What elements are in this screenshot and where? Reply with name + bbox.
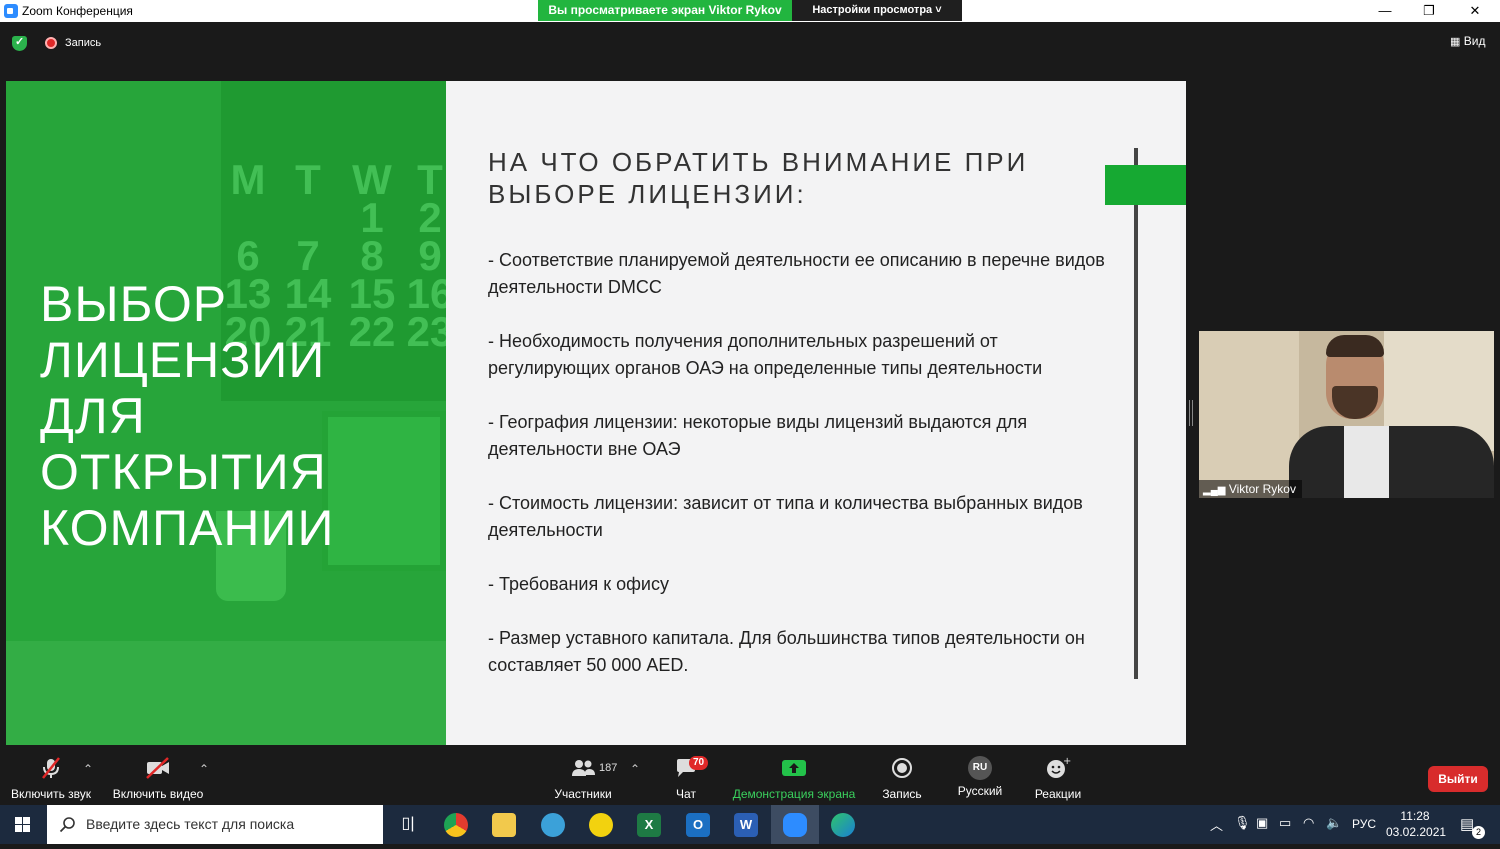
leave-button[interactable]: Выйти bbox=[1428, 766, 1488, 792]
bullet-item: - Требования к офису bbox=[488, 574, 669, 594]
view-options-dropdown[interactable]: Настройки просмотра ˅ bbox=[792, 0, 962, 21]
viewing-screen-banner: Вы просматриваете экран Viktor Rykov bbox=[538, 0, 792, 21]
muted-microphone-icon bbox=[42, 757, 60, 779]
chat-unread-badge: 70 bbox=[689, 756, 709, 770]
slide-heading: ВЫБОР ЛИЦЕНЗИИ ДЛЯ ОТКРЫТИЯ КОМПАНИИ bbox=[40, 276, 335, 556]
window-title: Zoom Конференция bbox=[22, 4, 133, 18]
video-off-icon bbox=[146, 757, 169, 779]
taskbar-clock[interactable]: 11:28 03.02.2021 bbox=[1386, 808, 1447, 840]
participant-name-label: ▂▄▆ Viktor Rykov bbox=[1199, 480, 1302, 498]
wifi-tray-icon[interactable]: ◠ bbox=[1303, 815, 1314, 831]
bullet-item: - География лицензии: некоторые виды лиц… bbox=[488, 412, 1028, 459]
slide-title-panel: M 6 13 20 T 7 14 21 W 1 8 15 22 T 2 9 16 23 ВЫБОР ЛИ… bbox=[6, 81, 446, 745]
panel-resize-handle[interactable] bbox=[1189, 400, 1193, 426]
search-icon bbox=[59, 817, 75, 833]
start-video-button[interactable]: Включить видео bbox=[112, 756, 204, 801]
svg-text:+: + bbox=[1063, 756, 1071, 767]
reactions-button[interactable]: + Реакции bbox=[1034, 756, 1082, 801]
volume-tray-icon[interactable]: 🔈 bbox=[1326, 815, 1342, 831]
clock-time: 11:28 bbox=[1400, 809, 1430, 823]
bullet-item: - Стоимость лицензии: зависит от типа и … bbox=[488, 493, 1083, 540]
start-video-label: Включить видео bbox=[112, 787, 204, 801]
tray-expand-icon[interactable]: ︿ bbox=[1210, 815, 1223, 834]
recording-dot-icon bbox=[45, 37, 57, 49]
notification-count-badge: 2 bbox=[1472, 826, 1485, 839]
language-globe-icon: RU bbox=[968, 756, 992, 780]
record-icon bbox=[892, 758, 912, 778]
decorative-green-block bbox=[1105, 165, 1186, 205]
person-shirt bbox=[1344, 426, 1389, 498]
decorative-vertical-line bbox=[1134, 148, 1138, 679]
security-tray-icon[interactable]: ▣ bbox=[1256, 815, 1268, 831]
search-placeholder: Введите здесь текст для поиска bbox=[86, 816, 295, 832]
shared-screen-slide: M 6 13 20 T 7 14 21 W 1 8 15 22 T 2 9 16 23 ВЫБОР ЛИ… bbox=[6, 81, 1186, 745]
participants-icon bbox=[572, 760, 595, 776]
share-screen-button[interactable]: Демонстрация экрана bbox=[731, 756, 857, 801]
view-button[interactable]: ▦ Вид bbox=[1450, 34, 1485, 48]
microphone-tray-icon[interactable]: 🎙 bbox=[1234, 815, 1251, 831]
share-screen-icon bbox=[782, 760, 806, 776]
slide-content-title: НА ЧТО ОБРАТИТЬ ВНИМАНИЕ ПРИ ВЫБОРЕ ЛИЦЕ… bbox=[488, 147, 1029, 209]
edge-icon[interactable] bbox=[831, 813, 855, 837]
clock-date: 03.02.2021 bbox=[1386, 825, 1447, 839]
participants-label: Участники bbox=[554, 787, 612, 801]
signal-bars-icon: ▂▄▆ bbox=[1203, 485, 1226, 496]
participant-video-tile[interactable] bbox=[1199, 331, 1494, 498]
view-label: Вид bbox=[1463, 34, 1486, 48]
task-view-icon[interactable]: ▯| bbox=[396, 813, 420, 837]
chat-label: Чат bbox=[676, 787, 696, 801]
battery-tray-icon[interactable]: ▭ bbox=[1279, 815, 1291, 831]
video-options-caret-icon[interactable]: ⌃ bbox=[199, 762, 209, 776]
chrome-icon[interactable] bbox=[444, 813, 468, 837]
bullet-item: - Необходимость получения дополнительных… bbox=[488, 331, 1043, 378]
outlook-icon[interactable]: O bbox=[686, 813, 710, 837]
slide-bullet-list: - Соответствие планируемой деятельности … bbox=[488, 247, 1108, 706]
bullet-item: - Размер уставного капитала. Для большин… bbox=[488, 628, 1085, 675]
participants-count: 187 bbox=[599, 762, 618, 774]
audio-options-caret-icon[interactable]: ⌃ bbox=[83, 762, 93, 776]
word-icon[interactable]: W bbox=[734, 813, 758, 837]
desk-background bbox=[6, 641, 446, 745]
video-wall-background bbox=[1199, 331, 1299, 498]
windows-logo-icon bbox=[15, 817, 30, 832]
record-label: Запись bbox=[882, 787, 922, 801]
smiley-plus-icon: + bbox=[1047, 756, 1071, 778]
participants-caret-icon[interactable]: ⌃ bbox=[630, 762, 640, 776]
excel-icon[interactable]: X bbox=[637, 813, 661, 837]
bullet-item: - Соответствие планируемой деятельности … bbox=[488, 250, 1105, 297]
1c-app-icon[interactable] bbox=[589, 813, 613, 837]
unmute-button[interactable]: Включить звук bbox=[10, 756, 92, 801]
zoom-logo-icon bbox=[4, 4, 18, 18]
start-button[interactable] bbox=[0, 805, 46, 844]
share-screen-label: Демонстрация экрана bbox=[732, 787, 856, 801]
minimize-button[interactable]: — bbox=[1362, 0, 1408, 22]
taskbar-search-box[interactable]: Введите здесь текст для поиска bbox=[47, 805, 383, 844]
file-explorer-icon[interactable] bbox=[492, 813, 516, 837]
zoom-icon[interactable] bbox=[783, 813, 807, 837]
person-body bbox=[1289, 426, 1494, 498]
meeting-top-bar bbox=[0, 22, 1500, 62]
security-shield-icon[interactable] bbox=[12, 35, 27, 51]
recording-label: Запись bbox=[65, 37, 102, 49]
close-button[interactable]: ✕ bbox=[1452, 0, 1498, 22]
person-hair bbox=[1326, 335, 1384, 357]
language-label: Русский bbox=[957, 784, 1003, 798]
maximize-button[interactable]: ❐ bbox=[1406, 0, 1452, 22]
record-button[interactable]: Запись bbox=[880, 756, 924, 801]
unmute-label: Включить звук bbox=[10, 787, 92, 801]
language-button[interactable]: RU Русский bbox=[955, 756, 1005, 798]
globe-app-icon[interactable] bbox=[541, 813, 565, 837]
reactions-label: Реакции bbox=[1034, 787, 1082, 801]
input-language-indicator[interactable]: РУС bbox=[1352, 817, 1376, 831]
grid-icon: ▦ bbox=[1450, 36, 1461, 48]
